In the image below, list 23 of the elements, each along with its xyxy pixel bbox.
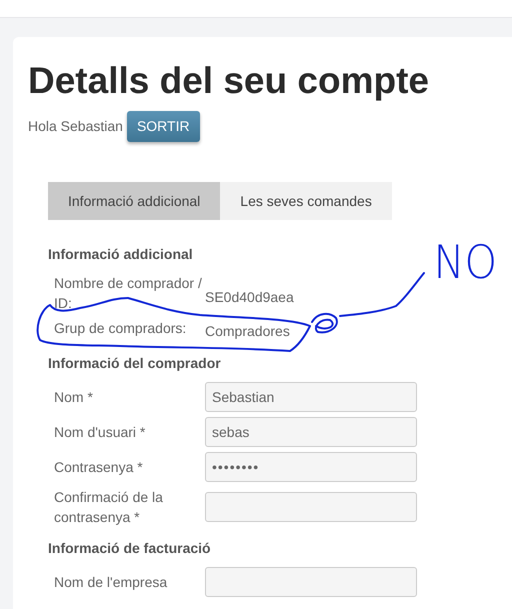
field-label: Nom * <box>53 388 94 407</box>
annotation-text: NO <box>434 236 498 288</box>
field-label: Grup de compradors: <box>53 318 188 338</box>
field-label: Contrasenya * <box>53 458 144 477</box>
field-value: SE0d40d9aea <box>205 288 294 306</box>
input-field[interactable] <box>205 567 417 597</box>
tab[interactable]: Les seves comandes <box>220 182 392 220</box>
field-value: Compradores <box>205 322 290 341</box>
page-title: Detalls del seu compte <box>28 59 430 103</box>
section-heading: Informació de facturació <box>48 539 212 558</box>
section-heading: Informació addicional <box>48 245 194 264</box>
input-field[interactable]: sebas <box>205 417 417 447</box>
field-label: Nom d'usuari * <box>53 423 146 442</box>
field-label: Confirmació de la contrasenya * <box>53 488 164 527</box>
input-field[interactable] <box>205 492 417 522</box>
greeting-text: Hola Sebastian <box>28 117 123 136</box>
field-label: Nombre de comprador / ID: <box>53 274 203 313</box>
tab[interactable]: Informació addicional <box>48 182 220 220</box>
logout-button[interactable]: SORTIR <box>126 111 200 142</box>
field-label: Nom de l'empresa <box>53 573 168 592</box>
password-field[interactable]: •••••••• <box>205 452 417 482</box>
section-heading: Informació del comprador <box>48 354 222 373</box>
input-field[interactable]: Sebastian <box>205 382 417 412</box>
